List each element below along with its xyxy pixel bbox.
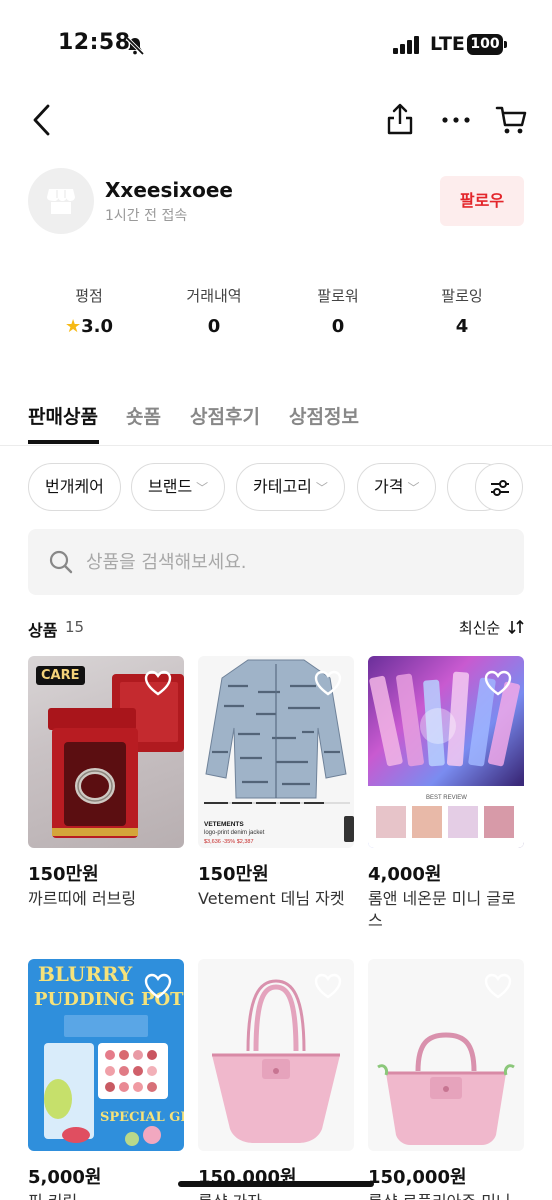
stat-following[interactable]: 팔로잉 4 [399,285,525,337]
sort-button[interactable]: 최신순 [459,617,524,638]
filter-chip-category[interactable]: 카테고리 ﹀ [236,463,345,511]
star-icon: ★ [64,316,82,337]
stat-value-wrapper: ★3.0 [26,316,152,337]
stat-label: 팔로잉 [441,287,483,305]
search-bar [28,529,524,595]
chevron-down-icon: ﹀ [315,481,328,495]
network-type: LTE [430,33,465,55]
product-price: 4,000원 [368,864,442,885]
product-image[interactable]: BEST REVIEW [368,656,524,848]
product-image[interactable] [198,959,354,1151]
battery-tip [504,41,507,48]
chevron-down-icon: ﹀ [407,481,420,495]
filter-chip-care[interactable]: 번개케어 [28,463,121,511]
chip-label: 가격 [374,477,404,496]
gloss-review-label: BEST REVIEW [426,795,467,801]
jacket-desc: logo-print denim jacket [204,830,265,836]
chip-label: 브랜드 [148,477,193,496]
list-title: 상품 [28,621,58,640]
stat-followers[interactable]: 팔로워 0 [275,285,401,337]
search-input[interactable] [86,547,506,577]
filter-bar: 번개케어 브랜드 ﹀ 카테고리 ﹀ 가격 ﹀ [0,463,552,511]
jacket-brand: VETEMENTS [204,821,244,828]
product-name: Vetement 데님 자켓 [198,889,345,908]
status-bar: 12:58 LTE 100 [0,0,552,90]
filter-chip-brand[interactable]: 브랜드 ﹀ [131,463,226,511]
stat-label: 거래내역 [186,287,242,305]
tab-reviews[interactable]: 상점후기 [190,402,260,429]
shop-tabs: 판매상품 숏폼 상점후기 상점정보 [0,398,552,446]
store-icon [47,189,75,214]
sliders-icon [491,480,509,496]
status-time: 12:58 [58,30,131,55]
search-icon [49,550,73,574]
product-price: 150,000원 [368,1167,467,1188]
chevron-down-icon: ﹀ [196,481,209,495]
tab-shop-info[interactable]: 상점정보 [289,402,359,429]
stat-value: 4 [455,316,469,337]
product-name: 까르띠에 러브링 [28,889,137,908]
battery-level: 100 [467,34,503,55]
shop-stats: 평점 ★3.0 거래내역 0 팔로워 0 팔로잉 4 [20,285,524,345]
heart-icon[interactable] [314,973,342,999]
pudding-footer: SPECIAL GIFT [100,1110,184,1125]
share-icon[interactable] [385,103,415,135]
heart-icon[interactable] [484,670,512,696]
product-price: 5,000원 [28,1167,102,1188]
chip-label: 번개케어 [45,477,104,496]
active-tab-indicator [28,440,99,444]
list-count: 15 [65,618,85,636]
chip-label: 카테고리 [253,477,312,496]
tab-shortform[interactable]: 숏폼 [126,402,161,429]
battery-indicator: 100 [467,34,507,55]
last-seen: 1시간 전 접속 [105,208,188,224]
product-image[interactable]: CARE [28,656,184,848]
stat-label: 평점 [75,287,103,305]
more-icon[interactable] [441,115,471,125]
filter-settings-button[interactable] [475,463,523,511]
cart-icon[interactable] [495,104,527,136]
product-name: 롱샴 가자 [198,1191,354,1200]
care-badge: CARE [36,666,85,685]
jacket-price: $3,636 -35% $2,387 [204,839,254,845]
home-indicator[interactable] [178,1181,374,1187]
filter-chip-price[interactable]: 가격 ﹀ [357,463,437,511]
tab-products[interactable]: 판매상품 [28,402,98,429]
sort-arrows-icon [508,619,524,635]
shop-name: Xxeesixoee [105,178,233,202]
avatar[interactable] [28,168,94,234]
stat-value: 0 [331,316,345,337]
signal-icon [393,36,419,54]
product-price: 150만원 [198,864,269,885]
list-header: 상품 15 최신순 [28,617,524,641]
product-price: 150만원 [28,864,99,885]
pudding-title-1: BLURRY [38,962,133,986]
stat-rating: 평점 ★3.0 [26,285,152,337]
follow-button[interactable]: 팔로우 [440,176,524,226]
product-name: 핑 키링 [28,1191,184,1200]
product-image[interactable] [368,959,524,1151]
bell-slash-icon [125,36,145,56]
sort-label: 최신순 [458,619,501,637]
top-navigation [0,95,552,145]
back-icon[interactable] [30,103,54,137]
product-image[interactable]: BLURRY PUDDING POT SPECIAL GIFT [28,959,184,1151]
heart-icon[interactable] [314,670,342,696]
heart-icon[interactable] [484,973,512,999]
product-name: 롱샴 르플리아주 미니 [368,1191,524,1200]
stat-value: 3.0 [81,316,114,337]
stat-transactions[interactable]: 거래내역 0 [151,285,277,337]
product-name: 롬앤 네온문 미니 글로스 [368,889,516,930]
product-image[interactable]: VETEMENTS logo-print denim jacket $3,636… [198,656,354,848]
heart-icon[interactable] [144,973,172,999]
stat-label: 팔로워 [317,287,359,305]
stat-value: 0 [207,316,221,337]
shop-profile: Xxeesixoee 1시간 전 접속 팔로우 [28,168,524,234]
heart-icon[interactable] [144,670,172,696]
